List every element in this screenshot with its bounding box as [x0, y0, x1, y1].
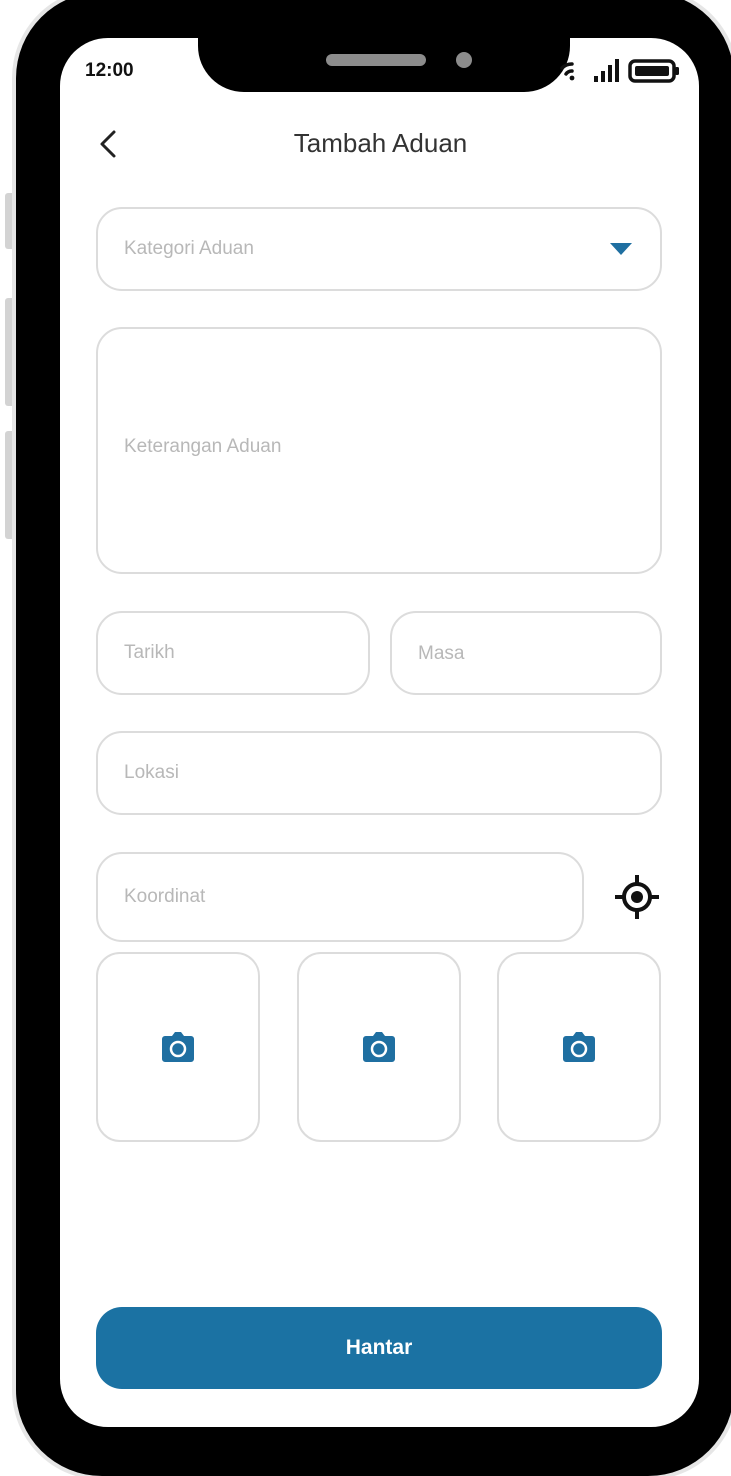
description-textarea[interactable] — [96, 327, 662, 574]
submit-button[interactable]: Hantar — [96, 1307, 662, 1389]
caret-down-icon — [610, 243, 632, 255]
locate-target-icon — [615, 875, 659, 919]
phone-side-button-1 — [5, 193, 15, 249]
locate-button[interactable] — [614, 874, 660, 920]
time-input[interactable] — [418, 643, 634, 665]
camera-icon — [162, 1032, 194, 1062]
status-time: 12:00 — [85, 60, 134, 81]
phone-notch — [198, 0, 570, 92]
photo-upload-3[interactable] — [497, 952, 661, 1142]
photo-upload-1[interactable] — [96, 952, 260, 1142]
category-placeholder: Kategori Aduan — [124, 238, 254, 259]
photo-upload-2[interactable] — [297, 952, 461, 1142]
location-field[interactable] — [96, 731, 662, 815]
coordinates-field[interactable] — [96, 852, 584, 942]
camera-icon — [563, 1032, 595, 1062]
time-field[interactable] — [390, 611, 662, 695]
wifi-icon — [560, 62, 575, 81]
description-input[interactable] — [124, 435, 634, 466]
page-title: Tambah Aduan — [293, 128, 468, 158]
camera-icon — [363, 1032, 395, 1062]
phone-side-button-3 — [5, 431, 15, 539]
date-input[interactable] — [124, 642, 342, 664]
coordinates-input[interactable] — [124, 886, 556, 908]
status-icons — [548, 52, 688, 93]
category-select[interactable]: Kategori Aduan — [96, 207, 662, 291]
location-input[interactable] — [124, 762, 634, 784]
battery-icon — [628, 59, 679, 83]
date-field[interactable] — [96, 611, 370, 695]
earpiece-speaker — [326, 54, 426, 66]
front-camera — [456, 52, 472, 68]
phone-side-button-2 — [5, 298, 15, 406]
signal-icon — [594, 59, 619, 82]
